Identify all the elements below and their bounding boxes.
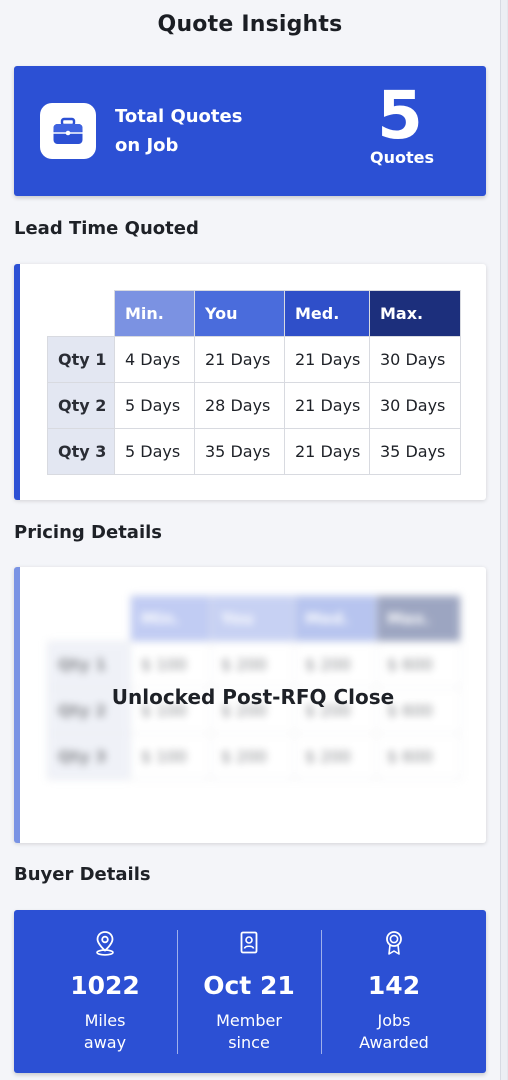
buyer-stat-distance: 1022 Miles away — [32, 910, 178, 1073]
column-header-med: Med. — [294, 595, 377, 642]
id-badge-icon — [240, 931, 258, 954]
scrollbar[interactable] — [500, 0, 508, 1080]
column-header-med: Med. — [284, 290, 370, 337]
jobs-awarded-value: 142 — [367, 971, 421, 1000]
briefcase-icon-box — [40, 103, 96, 159]
table-cell: $ 100 — [130, 733, 211, 780]
scrollbar-thumb[interactable] — [501, 0, 507, 1080]
column-header-you: You — [194, 290, 285, 337]
row-header-qty-3: Qty 3 — [47, 428, 115, 475]
table-row: Qty 1 $ 100 $ 200 $ 200 $ 600 — [47, 641, 461, 688]
total-quotes-label-line1: Total Quotes — [115, 106, 243, 127]
buyer-stat-jobs-awarded: 142 Jobs Awarded — [322, 910, 466, 1073]
table-cell: $ 600 — [376, 733, 461, 780]
buyer-stat-member-since: Oct 21 Member since — [178, 910, 320, 1073]
table-cell: 21 Days — [284, 336, 370, 383]
lead-time-heading: Lead Time Quoted — [14, 218, 199, 239]
briefcase-icon — [53, 117, 83, 144]
jobs-awarded-label: Jobs Awarded — [359, 1011, 429, 1052]
total-quotes-label: Total Quotes on Job — [115, 102, 275, 160]
lead-time-header-row: Min. You Med. Max. — [48, 290, 461, 337]
total-quotes-unit: Quotes — [369, 148, 434, 167]
total-quotes-card: Total Quotes on Job 5 Quotes — [14, 66, 486, 196]
page-title: Quote Insights — [157, 12, 343, 37]
distance-value: 1022 — [70, 971, 140, 1000]
table-cell: 30 Days — [369, 336, 461, 383]
table-cell: 28 Days — [194, 382, 285, 429]
table-row: Qty 1 4 Days 21 Days 21 Days 30 Days — [47, 336, 461, 383]
table-cell: 21 Days — [194, 336, 285, 383]
table-cell: 30 Days — [369, 382, 461, 429]
table-corner — [48, 596, 131, 642]
pricing-card: Min. You Med. Max. Qty 1 $ 100 $ 200 $ 2… — [14, 567, 486, 843]
member-since-label: Member since — [216, 1011, 282, 1052]
table-cell: 21 Days — [284, 382, 370, 429]
quote-insights-panel: Quote Insights Total Quotes on Job 5 Quo… — [0, 0, 500, 1080]
total-quotes-count: 5 — [377, 77, 423, 154]
row-header-qty-2: Qty 2 — [47, 382, 115, 429]
table-row: Qty 3 $ 100 $ 200 $ 200 $ 600 — [47, 733, 461, 780]
pricing-header-row: Min. You Med. Max. — [48, 595, 461, 642]
table-cell: $ 200 — [294, 641, 377, 688]
row-header-qty-3: Qty 3 — [47, 733, 131, 780]
row-header-qty-1: Qty 1 — [47, 336, 115, 383]
location-pin-icon — [96, 931, 114, 956]
column-header-min: Min. — [114, 290, 195, 337]
buyer-heading: Buyer Details — [14, 864, 151, 885]
table-row: Qty 3 5 Days 35 Days 21 Days 35 Days — [47, 428, 461, 475]
table-cell: $ 200 — [210, 641, 295, 688]
table-corner — [48, 291, 115, 337]
column-header-max: Max. — [369, 290, 461, 337]
pricing-heading: Pricing Details — [14, 522, 162, 543]
member-since-value: Oct 21 — [203, 971, 295, 1000]
column-header-max: Max. — [376, 595, 461, 642]
award-ribbon-icon — [386, 931, 402, 955]
total-quotes-label-line2: on Job — [115, 135, 179, 156]
table-cell: 35 Days — [194, 428, 285, 475]
table-cell: 35 Days — [369, 428, 461, 475]
table-cell: 21 Days — [284, 428, 370, 475]
pricing-locked-message: Unlocked Post-RFQ Close — [111, 685, 395, 709]
column-header-you: You — [210, 595, 295, 642]
table-cell: 5 Days — [114, 428, 195, 475]
table-cell: 4 Days — [114, 336, 195, 383]
distance-label: Miles away — [83, 1011, 127, 1052]
table-row: Qty 2 5 Days 28 Days 21 Days 30 Days — [47, 382, 461, 429]
row-header-qty-1: Qty 1 — [47, 641, 131, 688]
table-cell: $ 100 — [130, 641, 211, 688]
table-cell: $ 600 — [376, 641, 461, 688]
table-cell: $ 200 — [210, 733, 295, 780]
buyer-details-card: 1022 Miles away Oct 21 Member since 142 … — [14, 910, 486, 1073]
lead-time-table: Min. You Med. Max. Qty 1 4 Days 21 Days … — [47, 290, 461, 475]
table-cell: $ 200 — [294, 733, 377, 780]
table-cell: 5 Days — [114, 382, 195, 429]
column-header-min: Min. — [130, 595, 211, 642]
lead-time-card: Min. You Med. Max. Qty 1 4 Days 21 Days … — [14, 264, 486, 500]
